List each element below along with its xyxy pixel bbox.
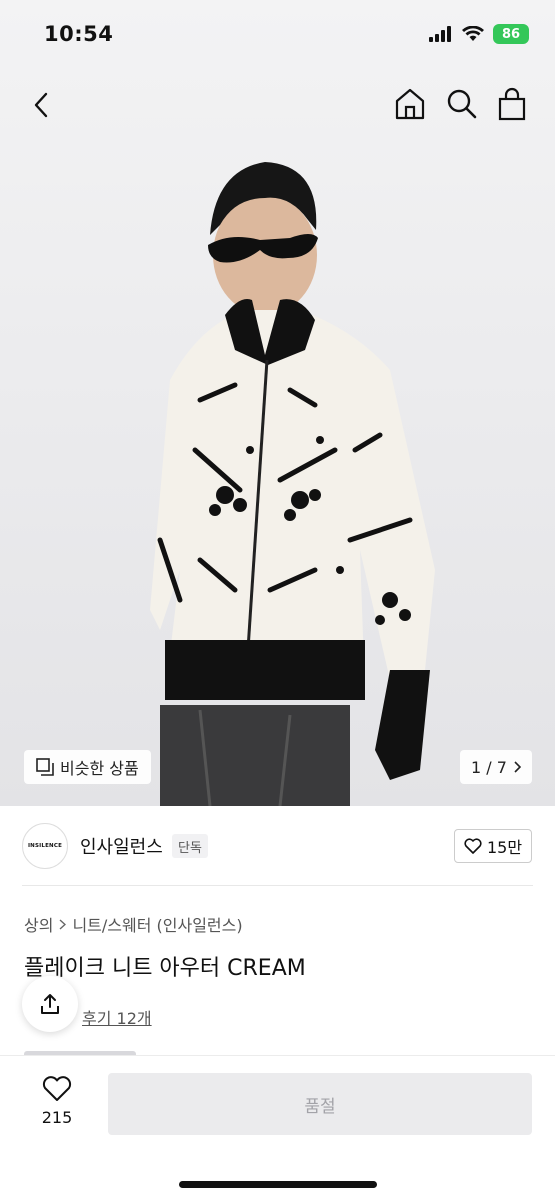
cellular-signal-icon <box>429 26 451 42</box>
back-icon[interactable] <box>26 88 58 122</box>
breadcrumb: 상의 니트/스웨터 (인사일런스) <box>24 912 243 936</box>
status-icons: 86 <box>429 24 529 44</box>
heart-icon <box>464 838 482 854</box>
product-image-gallery[interactable]: 10:54 86 비슷한 상품 1 / 7 <box>0 0 555 806</box>
search-icon[interactable] <box>445 86 479 122</box>
brand-row: INSILENCE 인사일런스 단독 15만 <box>0 806 555 886</box>
share-icon <box>41 994 59 1014</box>
similar-products-icon <box>36 758 54 776</box>
breadcrumb-subcategory[interactable]: 니트/스웨터 (인사일런스) <box>72 912 242 936</box>
home-icon[interactable] <box>393 86 427 122</box>
shopping-bag-icon[interactable] <box>496 86 528 122</box>
home-indicator <box>179 1181 377 1188</box>
battery-icon: 86 <box>493 24 529 44</box>
wishlist-button[interactable]: 215 <box>34 1076 80 1127</box>
brand-like-button[interactable]: 15만 <box>454 829 532 863</box>
wishlist-count: 215 <box>41 1108 73 1127</box>
brand-logo-text: INSILENCE <box>27 843 63 849</box>
top-navigation <box>0 82 555 128</box>
divider <box>22 885 533 886</box>
product-title: 플레이크 니트 아우터 CREAM <box>24 956 306 981</box>
bottom-action-bar: 215 품절 <box>0 1055 555 1200</box>
chevron-right-icon <box>59 918 67 930</box>
status-time: 10:54 <box>44 22 114 46</box>
battery-level: 86 <box>501 26 521 42</box>
review-link[interactable]: 후기 12개 <box>82 1005 152 1029</box>
exclusive-badge: 단독 <box>172 834 208 858</box>
wifi-icon <box>462 26 484 41</box>
similar-products-label: 비슷한 상품 <box>60 759 139 778</box>
brand-name[interactable]: 인사일런스 <box>80 833 163 859</box>
share-button[interactable] <box>22 976 78 1032</box>
image-counter: 1 / 7 <box>471 757 507 777</box>
image-counter-button[interactable]: 1 / 7 <box>460 750 532 784</box>
chevron-right-icon <box>514 761 521 773</box>
brand-like-count: 15만 <box>486 838 523 857</box>
product-model-photo <box>150 162 435 806</box>
sold-out-button[interactable]: 품절 <box>108 1073 532 1135</box>
brand-logo[interactable]: INSILENCE <box>22 823 68 869</box>
similar-products-button[interactable]: 비슷한 상품 <box>24 750 151 784</box>
breadcrumb-category[interactable]: 상의 <box>24 912 53 936</box>
status-bar: 10:54 86 <box>0 0 555 70</box>
heart-icon <box>42 1076 72 1101</box>
